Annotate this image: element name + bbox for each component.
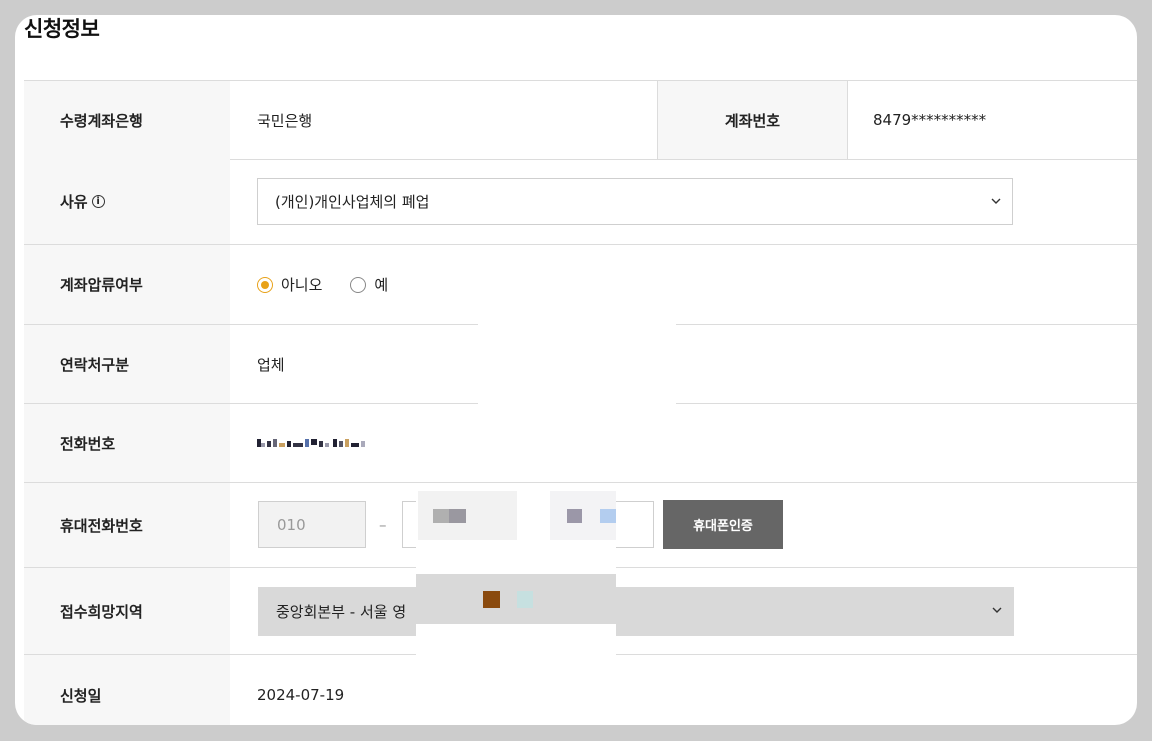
radio-no[interactable] [257,276,273,293]
row-reason: 사유 i (개인)개인사업체의 폐업 [24,159,1137,245]
bank-label: 수령계좌은행 [24,81,230,159]
redaction-pixel [600,509,616,523]
date-value: 2024-07-19 [257,686,345,704]
account-number-label: 계좌번호 [657,81,848,159]
redaction-pixel [567,509,582,523]
phone-verify-button[interactable]: 휴대폰인증 [663,500,783,549]
redacted-phone-icon [257,439,365,447]
bank-value: 국민은행 [257,111,313,130]
redaction-pixel [483,591,500,608]
reason-select[interactable]: (개인)개인사업체의 폐업 [257,178,1013,225]
chevron-down-icon [992,607,1002,613]
mobile-separator: – [379,516,387,534]
region-label: 접수희망지역 [24,568,230,654]
mobile-prefix-field[interactable]: 010 [258,501,366,548]
redaction-pixel [517,591,533,608]
radio-yes[interactable] [350,276,367,293]
seizure-label: 계좌압류여부 [24,245,230,324]
chevron-down-icon [991,198,1001,204]
region-select[interactable]: 중앙회본부 - 서울 영 [258,587,1014,636]
row-phone: 전화번호 [24,404,1137,483]
redaction-pixel [433,509,449,523]
redaction-pixel [449,509,466,523]
redaction-block [416,574,616,624]
mobile-label: 휴대전화번호 [24,483,230,567]
seizure-options: 아니오 예 [257,245,388,324]
radio-yes-label[interactable]: 예 [374,274,388,295]
phone-value-redacted [257,404,369,482]
redaction-block [478,324,676,409]
contact-type-label: 연락처구분 [24,325,230,403]
info-circle-icon[interactable]: i [91,195,105,208]
row-bank: 수령계좌은행 국민은행 계좌번호 8479********** [24,80,1137,160]
application-info-card: 신청정보 수령계좌은행 국민은행 계좌번호 8479********** 사유 … [15,15,1137,725]
contact-type-value: 업체 [257,355,285,374]
date-label: 신청일 [24,655,230,725]
account-number-value: 8479********** [873,111,987,129]
reason-selected-value: (개인)개인사업체의 폐업 [275,193,430,211]
reason-label-cell: 사유 i [24,159,230,244]
row-seizure: 계좌압류여부 아니오 예 [24,245,1137,325]
radio-no-label[interactable]: 아니오 [281,274,322,295]
phone-label: 전화번호 [24,404,230,482]
reason-label: 사유 [60,193,88,211]
section-title: 신청정보 [24,17,100,41]
region-selected-value: 중앙회본부 - 서울 영 [276,603,407,621]
